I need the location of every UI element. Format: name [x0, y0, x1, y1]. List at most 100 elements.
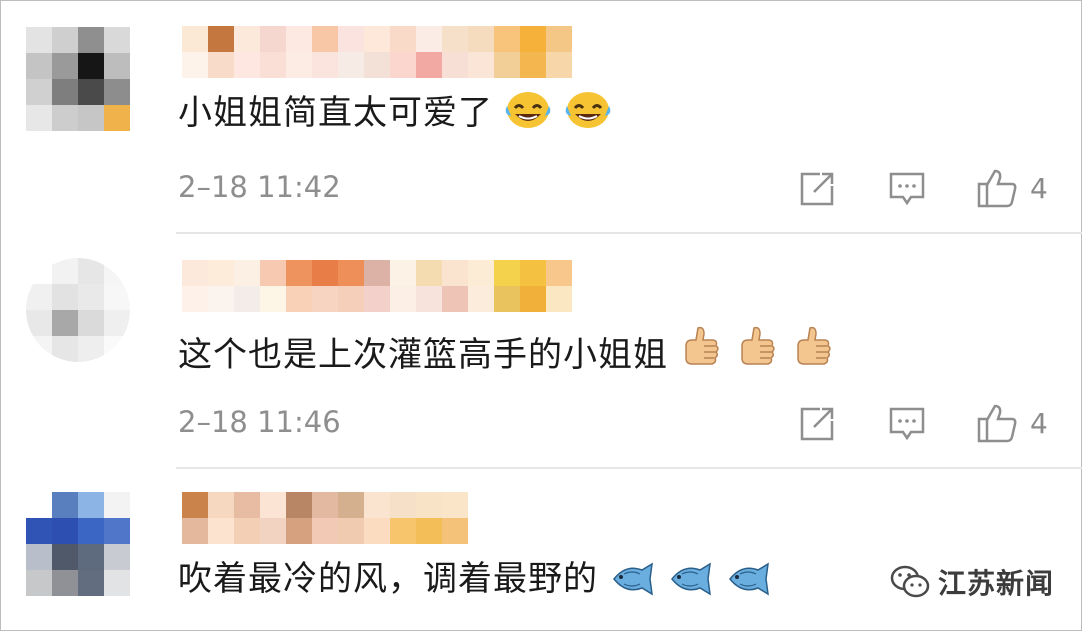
username-pixel	[234, 52, 260, 78]
username-pixel	[338, 518, 364, 544]
username-pixel	[208, 492, 234, 518]
avatar-pixel	[78, 518, 104, 544]
username-pixel	[364, 26, 390, 52]
username-pixel	[208, 52, 234, 78]
username-pixel	[260, 518, 286, 544]
username-pixel	[390, 518, 416, 544]
thumbs-up-emoji	[790, 324, 836, 384]
username-pixel	[390, 286, 416, 312]
username[interactable]	[182, 260, 572, 312]
username-pixel	[416, 492, 442, 518]
avatar-pixel	[104, 518, 130, 544]
comment-time: 2–18 11:46	[178, 405, 341, 439]
username-pixel	[494, 26, 520, 52]
avatar-pixel	[52, 544, 78, 570]
username-pixel	[468, 26, 494, 52]
avatar[interactable]	[26, 492, 130, 596]
username-pixel	[442, 492, 468, 518]
comment-reply-button[interactable]	[888, 170, 926, 208]
username-pixel	[468, 52, 494, 78]
username-pixel	[364, 286, 390, 312]
divider	[176, 467, 1082, 469]
username-pixel	[364, 492, 390, 518]
thumbs-up-emoji	[678, 324, 724, 384]
username-pixel	[182, 286, 208, 312]
username-pixel	[442, 260, 468, 286]
avatar-pixel	[104, 79, 130, 105]
wechat-logo-icon	[890, 565, 930, 598]
username-pixel	[260, 52, 286, 78]
username-pixel	[390, 52, 416, 78]
username-pixel	[338, 492, 364, 518]
avatar[interactable]	[26, 258, 130, 362]
username-pixel	[364, 260, 390, 286]
username-pixel	[260, 26, 286, 52]
username-pixel	[364, 52, 390, 78]
username-pixel	[208, 286, 234, 312]
username-pixel	[546, 286, 572, 312]
username-pixel	[546, 260, 572, 286]
avatar-pixel	[104, 570, 130, 596]
username-pixel	[182, 518, 208, 544]
share-button[interactable]	[798, 405, 836, 443]
avatar-pixel	[52, 518, 78, 544]
avatar-pixel	[104, 53, 130, 79]
avatar-pixel	[52, 570, 78, 596]
username-pixel	[208, 26, 234, 52]
username-pixel	[416, 260, 442, 286]
username-pixel	[182, 26, 208, 52]
watermark: 江苏新闻	[890, 562, 1054, 602]
username-pixel	[234, 260, 260, 286]
avatar-pixel	[78, 105, 104, 131]
fish-emoji	[608, 562, 656, 608]
avatar-pixel	[26, 570, 52, 596]
username-pixel	[208, 260, 234, 286]
avatar-pixel	[52, 27, 78, 53]
avatar-pixel	[52, 53, 78, 79]
fish-emoji	[666, 562, 714, 608]
username-pixel	[520, 26, 546, 52]
username-pixel	[260, 260, 286, 286]
username-pixel	[442, 26, 468, 52]
avatar-pixel	[78, 492, 104, 518]
username[interactable]	[182, 492, 468, 544]
username-pixel	[312, 518, 338, 544]
username-pixel	[286, 260, 312, 286]
comment-text: 小姐姐简直太可爱了	[178, 93, 493, 133]
avatar-pixel	[52, 310, 78, 336]
username-pixel	[234, 286, 260, 312]
comment-reply-button[interactable]	[888, 405, 926, 443]
like-button[interactable]: 4	[976, 168, 1048, 208]
username-pixel	[494, 52, 520, 78]
laughing-tears-emoji	[503, 88, 553, 142]
username-pixel	[260, 492, 286, 518]
avatar-pixel	[78, 53, 104, 79]
share-icon	[800, 172, 834, 206]
avatar-pixel	[104, 492, 130, 518]
avatar[interactable]	[26, 27, 130, 131]
username-pixel	[338, 260, 364, 286]
username-pixel	[338, 26, 364, 52]
share-button[interactable]	[798, 170, 836, 208]
username-pixel	[416, 286, 442, 312]
avatar-pixel	[52, 105, 78, 131]
avatar-pixel	[104, 105, 130, 131]
avatar-pixel	[26, 518, 52, 544]
avatar-pixel	[26, 284, 52, 310]
comment-text: 吹着最冷的风，调着最野的	[178, 559, 598, 599]
like-button[interactable]: 4	[976, 403, 1048, 443]
username-pixel	[234, 518, 260, 544]
avatar-pixel	[78, 544, 104, 570]
username-pixel	[286, 26, 312, 52]
username-pixel	[312, 260, 338, 286]
username-pixel	[416, 52, 442, 78]
watermark-text: 江苏新闻	[938, 567, 1055, 600]
avatar-pixel	[26, 105, 52, 131]
like-count: 4	[1030, 406, 1048, 440]
share-icon	[800, 407, 834, 441]
comment-time: 2–18 11:42	[178, 170, 341, 204]
username-pixel	[234, 492, 260, 518]
username-pixel	[390, 26, 416, 52]
username-pixel	[312, 492, 338, 518]
username[interactable]	[182, 26, 572, 78]
